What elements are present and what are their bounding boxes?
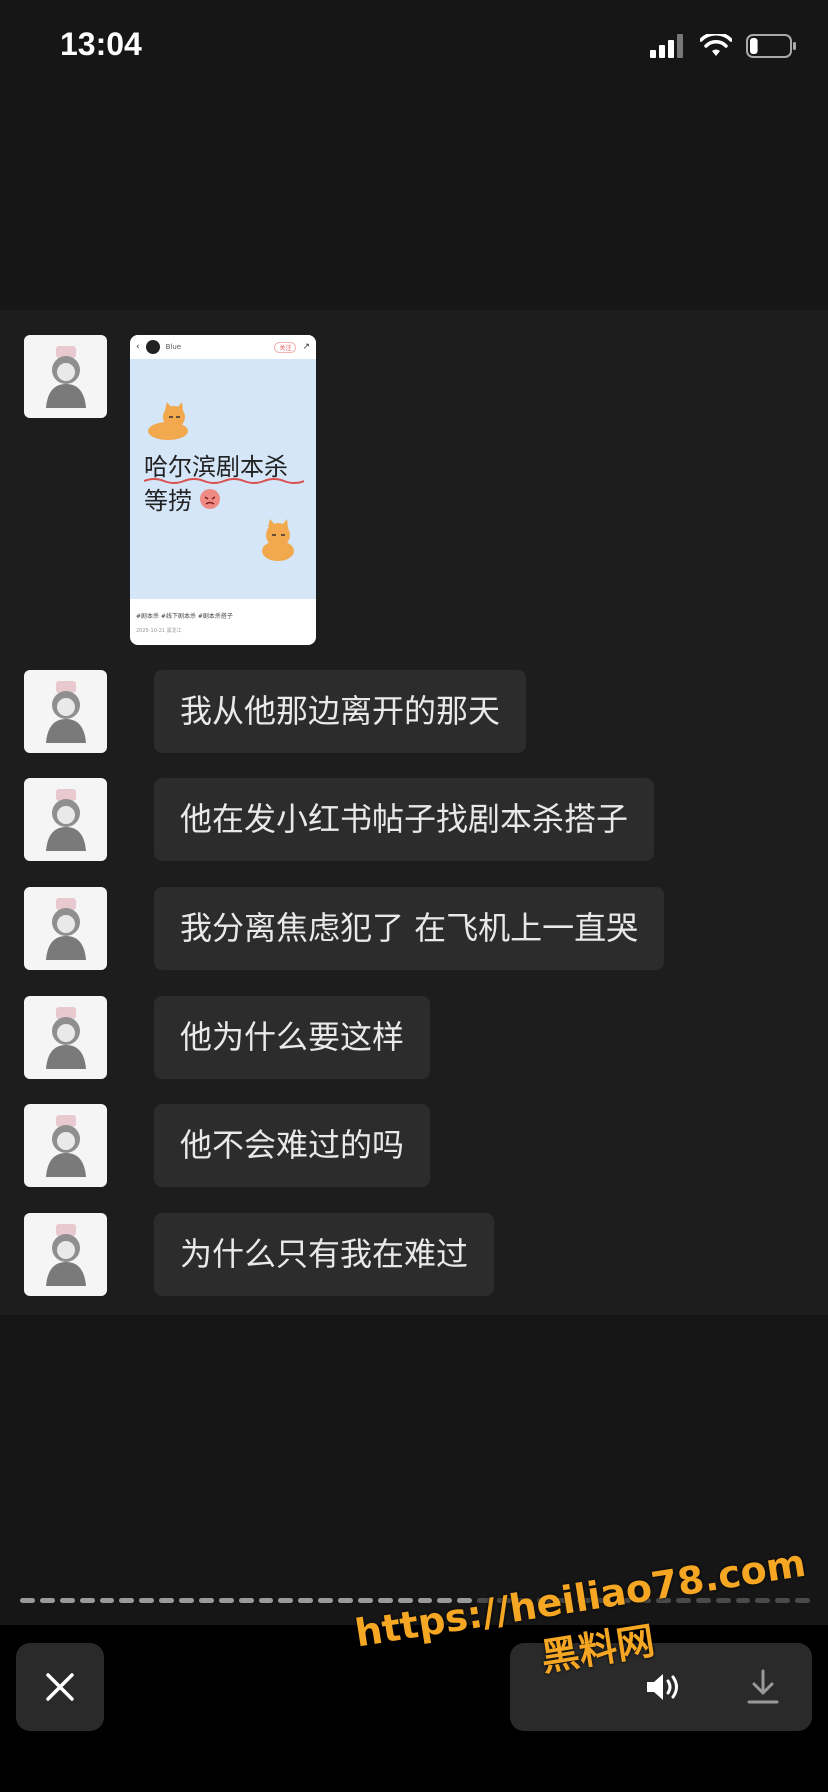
- status-icons: [650, 34, 798, 58]
- avatar-character-icon: [45, 897, 86, 960]
- message-row: 他为什么要这样: [24, 996, 431, 1079]
- back-chevron-icon: ‹: [136, 342, 140, 352]
- cat-sticker-icon: [148, 402, 188, 440]
- card-date: 2025-10-21 黑龙江: [136, 628, 182, 634]
- message-bubble: 他在发小红书帖子找剧本杀搭子: [154, 778, 655, 861]
- close-icon: [46, 1673, 74, 1701]
- message-row-image: ‹ Blue 关注 ↗ 哈尔滨剧本杀 等捞 #剧本杀 #线下剧本杀 #剧本杀搭子…: [24, 335, 316, 645]
- message-row: 他不会难过的吗: [24, 1104, 431, 1187]
- close-button[interactable]: [16, 1643, 104, 1731]
- progress-segment-viewed: [318, 1598, 333, 1603]
- avatar-character-icon: [45, 345, 86, 408]
- progress-segment-viewed: [357, 1598, 373, 1603]
- progress-segment-viewed: [198, 1598, 214, 1603]
- avatar-character-icon: [45, 788, 86, 851]
- message-row: 我从他那边离开的那天: [24, 670, 527, 753]
- download-icon[interactable]: [746, 1669, 780, 1705]
- card-tags: #剧本杀 #线下剧本杀 #剧本杀搭子: [136, 613, 233, 620]
- message-row: 他在发小红书帖子找剧本杀搭子: [24, 778, 655, 861]
- card-follow-button: 关注: [274, 341, 297, 353]
- message-row: 我分离焦虑犯了 在飞机上一直哭: [24, 887, 665, 970]
- progress-segment-viewed: [258, 1598, 274, 1603]
- progress-segment-viewed: [79, 1598, 95, 1603]
- avatar-character-icon: [45, 1223, 86, 1286]
- avatar-character-icon: [45, 1114, 86, 1177]
- progress-segment-viewed: [119, 1598, 135, 1603]
- avatar: [24, 996, 107, 1079]
- avatar: [24, 335, 107, 418]
- message-bubble: 为什么只有我在难过: [154, 1213, 495, 1296]
- card-header: ‹ Blue 关注 ↗: [130, 335, 316, 359]
- progress-segment-viewed: [159, 1598, 174, 1603]
- speaker-icon[interactable]: [645, 1671, 683, 1703]
- progress-segment-viewed: [20, 1598, 35, 1603]
- cellular-signal-icon: [650, 34, 683, 58]
- wifi-icon: [700, 34, 732, 56]
- progress-segment-viewed: [298, 1598, 314, 1603]
- crying-emoji-icon: [200, 489, 220, 509]
- message-bubble: 我从他那边离开的那天: [154, 670, 527, 753]
- shared-post-card[interactable]: ‹ Blue 关注 ↗ 哈尔滨剧本杀 等捞 #剧本杀 #线下剧本杀 #剧本杀搭子…: [130, 335, 316, 645]
- cat-sticker-icon: [262, 519, 294, 561]
- share-icon: ↗: [302, 342, 310, 352]
- message-row: 为什么只有我在难过: [24, 1213, 495, 1296]
- battery-icon: [746, 34, 796, 58]
- progress-segment-viewed: [238, 1598, 254, 1603]
- progress-segment: [795, 1598, 810, 1603]
- progress-segment-viewed: [338, 1598, 353, 1603]
- progress-segment-viewed: [59, 1598, 75, 1603]
- message-bubble: 我分离焦虑犯了 在飞机上一直哭: [154, 887, 665, 970]
- avatar-character-icon: [45, 680, 86, 743]
- story-viewer-screen: 13:04 ‹ Blue 关注 ↗ 哈尔滨剧本杀 等捞 #剧本杀 #线下剧本杀 …: [0, 0, 828, 1792]
- avatar: [24, 1104, 107, 1187]
- progress-segment-viewed: [179, 1598, 194, 1603]
- card-user-avatar: [145, 340, 160, 354]
- progress-segment-viewed: [278, 1598, 294, 1603]
- message-bubble: 他为什么要这样: [154, 996, 431, 1079]
- progress-segment-viewed: [139, 1598, 155, 1603]
- card-username: Blue: [165, 343, 182, 351]
- card-title-line1: 哈尔滨剧本杀: [144, 453, 288, 481]
- progress-segment-viewed: [39, 1598, 55, 1603]
- avatar: [24, 887, 107, 970]
- avatar-character-icon: [45, 1006, 86, 1069]
- avatar: [24, 778, 107, 861]
- avatar: [24, 1213, 107, 1296]
- status-time: 13:04: [60, 26, 142, 62]
- message-bubble: 他不会难过的吗: [154, 1104, 431, 1187]
- progress-segment-viewed: [99, 1598, 115, 1603]
- progress-segment-viewed: [377, 1598, 393, 1603]
- progress-segment-viewed: [218, 1598, 234, 1603]
- avatar: [24, 670, 107, 753]
